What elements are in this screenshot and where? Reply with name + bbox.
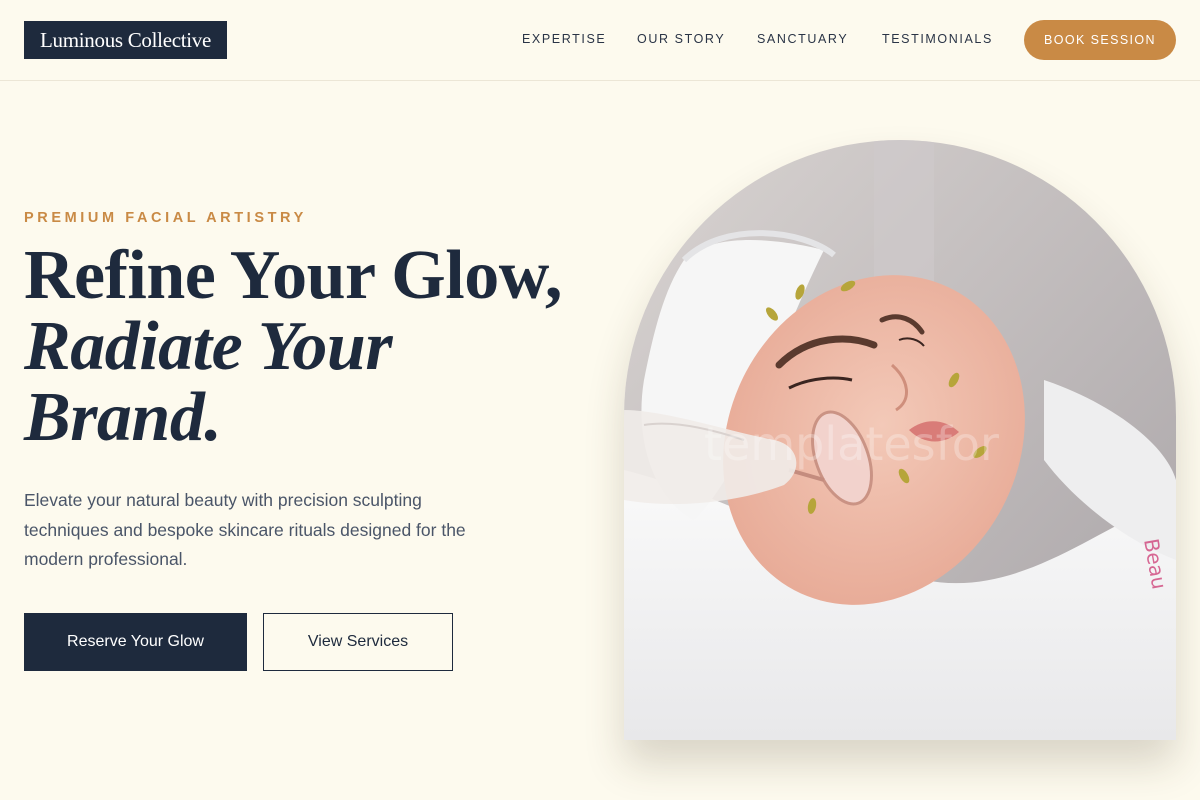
hero-eyebrow: PREMIUM FACIAL ARTISTRY: [24, 210, 307, 226]
hero-headline: Refine Your Glow, Radiate Your Brand.: [24, 240, 604, 453]
nav-link-our-story[interactable]: OUR STORY: [637, 31, 725, 47]
nav-link-sanctuary[interactable]: SANCTUARY: [757, 31, 848, 47]
headline-line-3: Brand.: [24, 379, 222, 456]
facial-treatment-illustration: Beau templatesfor: [624, 140, 1176, 740]
nav-link-testimonials[interactable]: TESTIMONIALS: [882, 31, 993, 47]
hero-photo: Beau templatesfor: [624, 140, 1176, 740]
headline-line-2: Radiate Your: [24, 308, 393, 385]
hero-description: Elevate your natural beauty with precisi…: [24, 490, 466, 569]
headline-line-1: Refine Your Glow,: [24, 237, 562, 314]
reserve-glow-button[interactable]: Reserve Your Glow: [24, 613, 247, 671]
image-watermark: templatesfor: [704, 417, 999, 471]
site-header: Luminous Collective EXPERTISE OUR STORY …: [0, 0, 1200, 81]
view-services-button[interactable]: View Services: [263, 613, 453, 671]
nav-link-expertise[interactable]: EXPERTISE: [522, 31, 606, 47]
book-session-button[interactable]: BOOK SESSION: [1024, 20, 1176, 60]
brand-logo[interactable]: Luminous Collective: [24, 21, 228, 59]
